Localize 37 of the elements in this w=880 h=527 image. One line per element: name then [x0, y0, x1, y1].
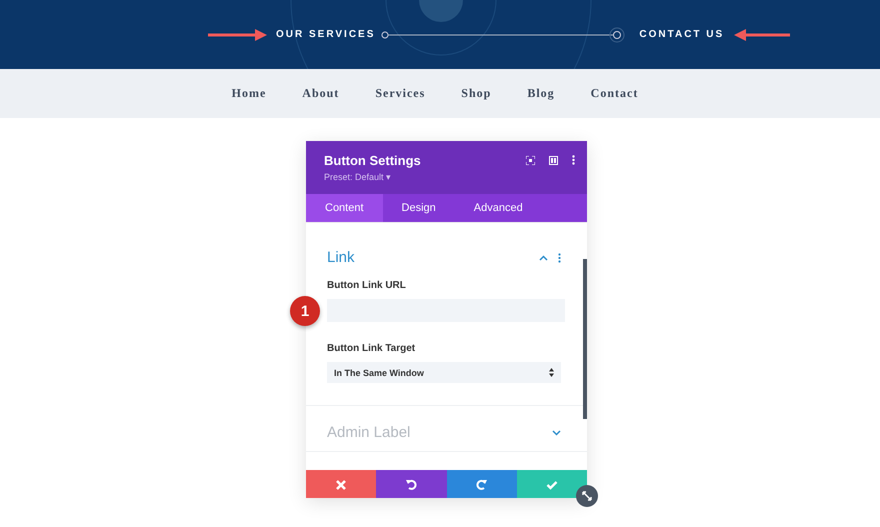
scrollbar[interactable] [583, 259, 587, 419]
modal-title: Button Settings [324, 153, 422, 168]
save-button[interactable] [516, 470, 587, 498]
redo-button[interactable] [446, 470, 517, 498]
section-title[interactable]: Link [327, 249, 539, 266]
tab[interactable]: Content [306, 194, 383, 222]
step-badge: 1 [290, 296, 320, 326]
updown-icon [549, 368, 554, 377]
chevron-down-icon[interactable] [552, 430, 561, 436]
nav-link[interactable]: Blog [527, 86, 555, 101]
resize-icon[interactable] [576, 485, 598, 507]
tab[interactable]: Advanced [454, 194, 542, 222]
chevron-up-icon[interactable] [539, 254, 548, 260]
undo-button[interactable] [376, 470, 446, 498]
fullscreen-icon[interactable] [526, 156, 535, 164]
more-icon[interactable] [558, 252, 561, 262]
nav-link[interactable]: Contact [590, 86, 638, 101]
field-label: Button Link URL [327, 280, 407, 291]
nav-link[interactable]: Home [232, 86, 266, 101]
redo-icon [476, 478, 488, 490]
target-select[interactable]: In The Same Window [327, 362, 561, 383]
nav-link[interactable]: Services [375, 86, 426, 101]
header-link[interactable]: CONTACT US [639, 29, 724, 40]
header-link[interactable]: OUR SERVICES [276, 29, 376, 40]
split-view-icon[interactable] [549, 156, 558, 164]
arrow-icon [208, 28, 268, 40]
nav-link[interactable]: Shop [461, 86, 492, 101]
more-icon[interactable] [572, 155, 575, 165]
nav-link[interactable]: About [302, 86, 340, 101]
preset-dropdown[interactable]: Preset: Default ▾ [324, 172, 526, 182]
undo-icon [405, 478, 418, 490]
close-icon [335, 478, 348, 490]
tab[interactable]: Design [382, 194, 455, 222]
check-icon [546, 478, 558, 490]
arrow-icon [734, 28, 790, 40]
field-label: Button Link Target [327, 343, 416, 354]
cancel-button[interactable] [306, 470, 376, 498]
